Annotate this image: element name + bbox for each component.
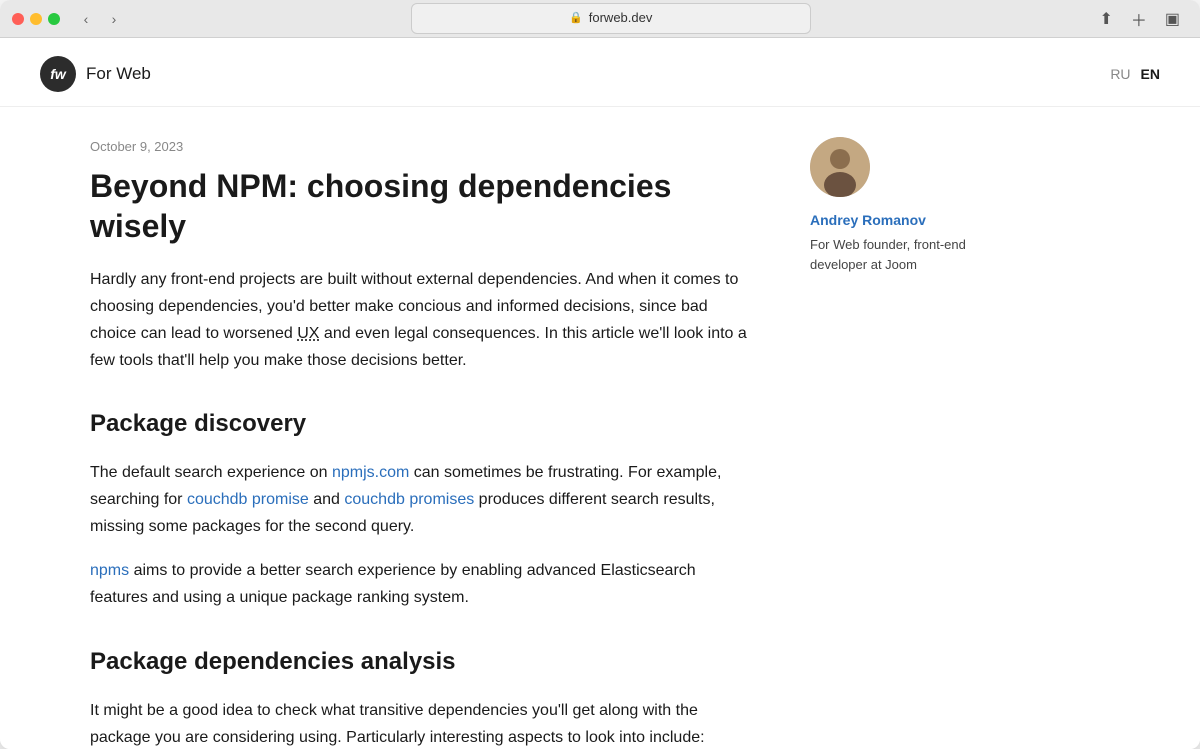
site-title: For Web <box>86 60 151 87</box>
logo-icon: fw <box>40 56 76 92</box>
back-button[interactable]: ‹ <box>74 7 98 31</box>
discovery-para-2: npms aims to provide a better search exp… <box>90 557 750 611</box>
forward-button[interactable]: › <box>102 7 126 31</box>
ux-link[interactable]: UX <box>297 325 319 342</box>
address-bar[interactable]: 🔒 forweb.dev <box>411 3 811 34</box>
article-main: October 9, 2023 Beyond NPM: choosing dep… <box>90 137 750 749</box>
author-bio: For Web founder, front-end developer at … <box>810 235 1010 274</box>
section-package-discovery: Package discovery The default search exp… <box>90 405 750 611</box>
share-button[interactable]: ⬆ <box>1095 7 1116 31</box>
section-package-dependencies: Package dependencies analysis It might b… <box>90 643 750 749</box>
couchdb-promise-link[interactable]: couchdb promise <box>187 491 309 508</box>
npms-link[interactable]: npms <box>90 562 129 579</box>
author-sidebar: Andrey Romanov For Web founder, front-en… <box>810 137 1010 749</box>
lock-icon: 🔒 <box>569 10 583 28</box>
npmjs-link[interactable]: npmjs.com <box>332 464 409 481</box>
page-content: fw For Web RU EN October 9, 2023 Beyond … <box>0 38 1200 749</box>
lang-en-button[interactable]: EN <box>1141 66 1160 82</box>
traffic-lights <box>12 13 60 25</box>
author-avatar-image <box>810 137 870 197</box>
titlebar-right: ⬆ ＋ ▣ <box>1095 5 1184 33</box>
lang-ru-button[interactable]: RU <box>1110 66 1130 82</box>
section-heading-discovery: Package discovery <box>90 405 750 443</box>
minimize-button[interactable] <box>30 13 42 25</box>
author-name[interactable]: Andrey Romanov <box>810 209 1010 231</box>
tabs-button[interactable]: ▣ <box>1161 7 1184 31</box>
couchdb-promises-link[interactable]: couchdb promises <box>344 491 474 508</box>
dependencies-para-1: It might be a good idea to check what tr… <box>90 697 750 749</box>
discovery-para-1: The default search experience on npmjs.c… <box>90 459 750 541</box>
article-title: Beyond NPM: choosing dependencies wisely <box>90 166 750 246</box>
logo-area: fw For Web <box>40 56 151 92</box>
article-layout: October 9, 2023 Beyond NPM: choosing dep… <box>50 107 1150 749</box>
url-text: forweb.dev <box>589 8 653 29</box>
author-avatar <box>810 137 870 197</box>
titlebar: ‹ › 🔒 forweb.dev ⬆ ＋ ▣ <box>0 0 1200 38</box>
article-intro: Hardly any front-end projects are built … <box>90 266 750 375</box>
new-tab-button[interactable]: ＋ <box>1127 5 1151 33</box>
lang-switcher: RU EN <box>1110 66 1160 82</box>
section-heading-dependencies: Package dependencies analysis <box>90 643 750 681</box>
maximize-button[interactable] <box>48 13 60 25</box>
article-date: October 9, 2023 <box>90 137 750 158</box>
close-button[interactable] <box>12 13 24 25</box>
site-header: fw For Web RU EN <box>0 38 1200 107</box>
